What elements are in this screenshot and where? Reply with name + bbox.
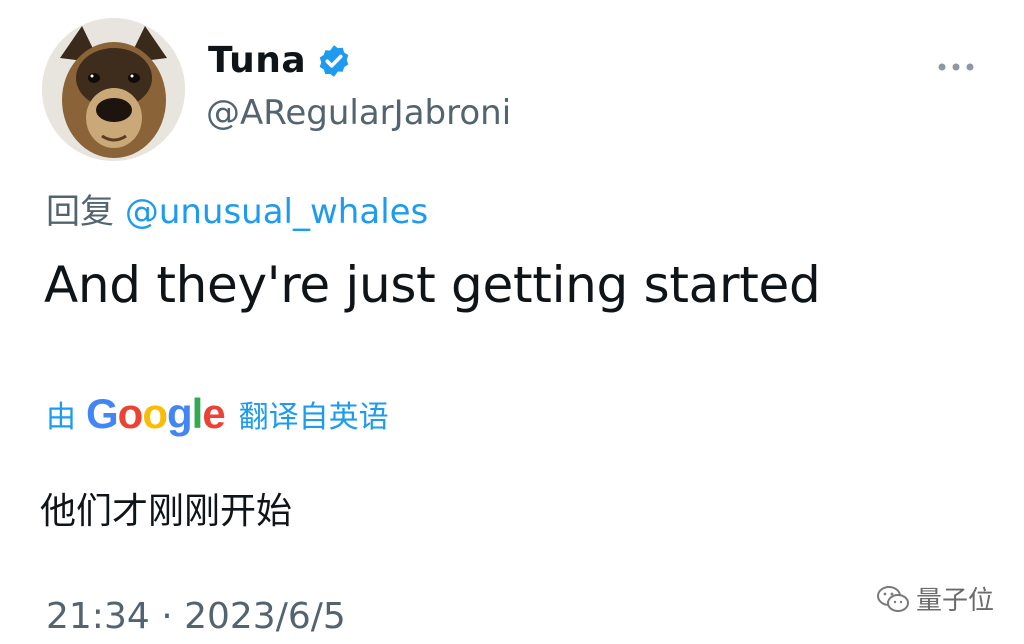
translated-from-label: 翻译自英语 <box>238 400 389 435</box>
google-letter: l <box>191 390 204 437</box>
watermark: 量子位 <box>876 580 994 617</box>
tweet-text: And they're just getting started <box>44 256 821 314</box>
author-name-row: Tuna <box>208 40 352 81</box>
google-letter: G <box>86 390 119 437</box>
google-logo[interactable]: Google <box>86 390 226 438</box>
reply-context: 回复 @unusual_whales <box>46 184 428 233</box>
handle[interactable]: @ARegularJabroni <box>206 93 511 133</box>
translation-attribution: 由 Google 翻译自英语 <box>46 390 389 438</box>
display-name[interactable]: Tuna <box>208 40 306 81</box>
more-horizontal-icon[interactable] <box>936 54 976 74</box>
watermark-text: 量子位 <box>915 586 994 616</box>
translated-by-label: 由 <box>46 400 76 435</box>
google-letter: o <box>117 390 144 437</box>
translated-text: 他们才刚刚开始 <box>40 491 293 532</box>
google-letter: e <box>202 390 225 437</box>
google-letter: g <box>166 390 193 437</box>
tweet-timestamp[interactable]: 21:34 · 2023/6/5 <box>46 596 346 637</box>
google-letter: o <box>142 390 168 437</box>
dog-avatar-image <box>42 18 185 161</box>
avatar[interactable] <box>42 18 185 161</box>
reply-mention-link[interactable]: @unusual_whales <box>125 192 428 232</box>
verified-badge-icon <box>319 44 349 77</box>
reply-prefix: 回复 <box>46 192 114 232</box>
wechat-icon <box>876 585 909 612</box>
